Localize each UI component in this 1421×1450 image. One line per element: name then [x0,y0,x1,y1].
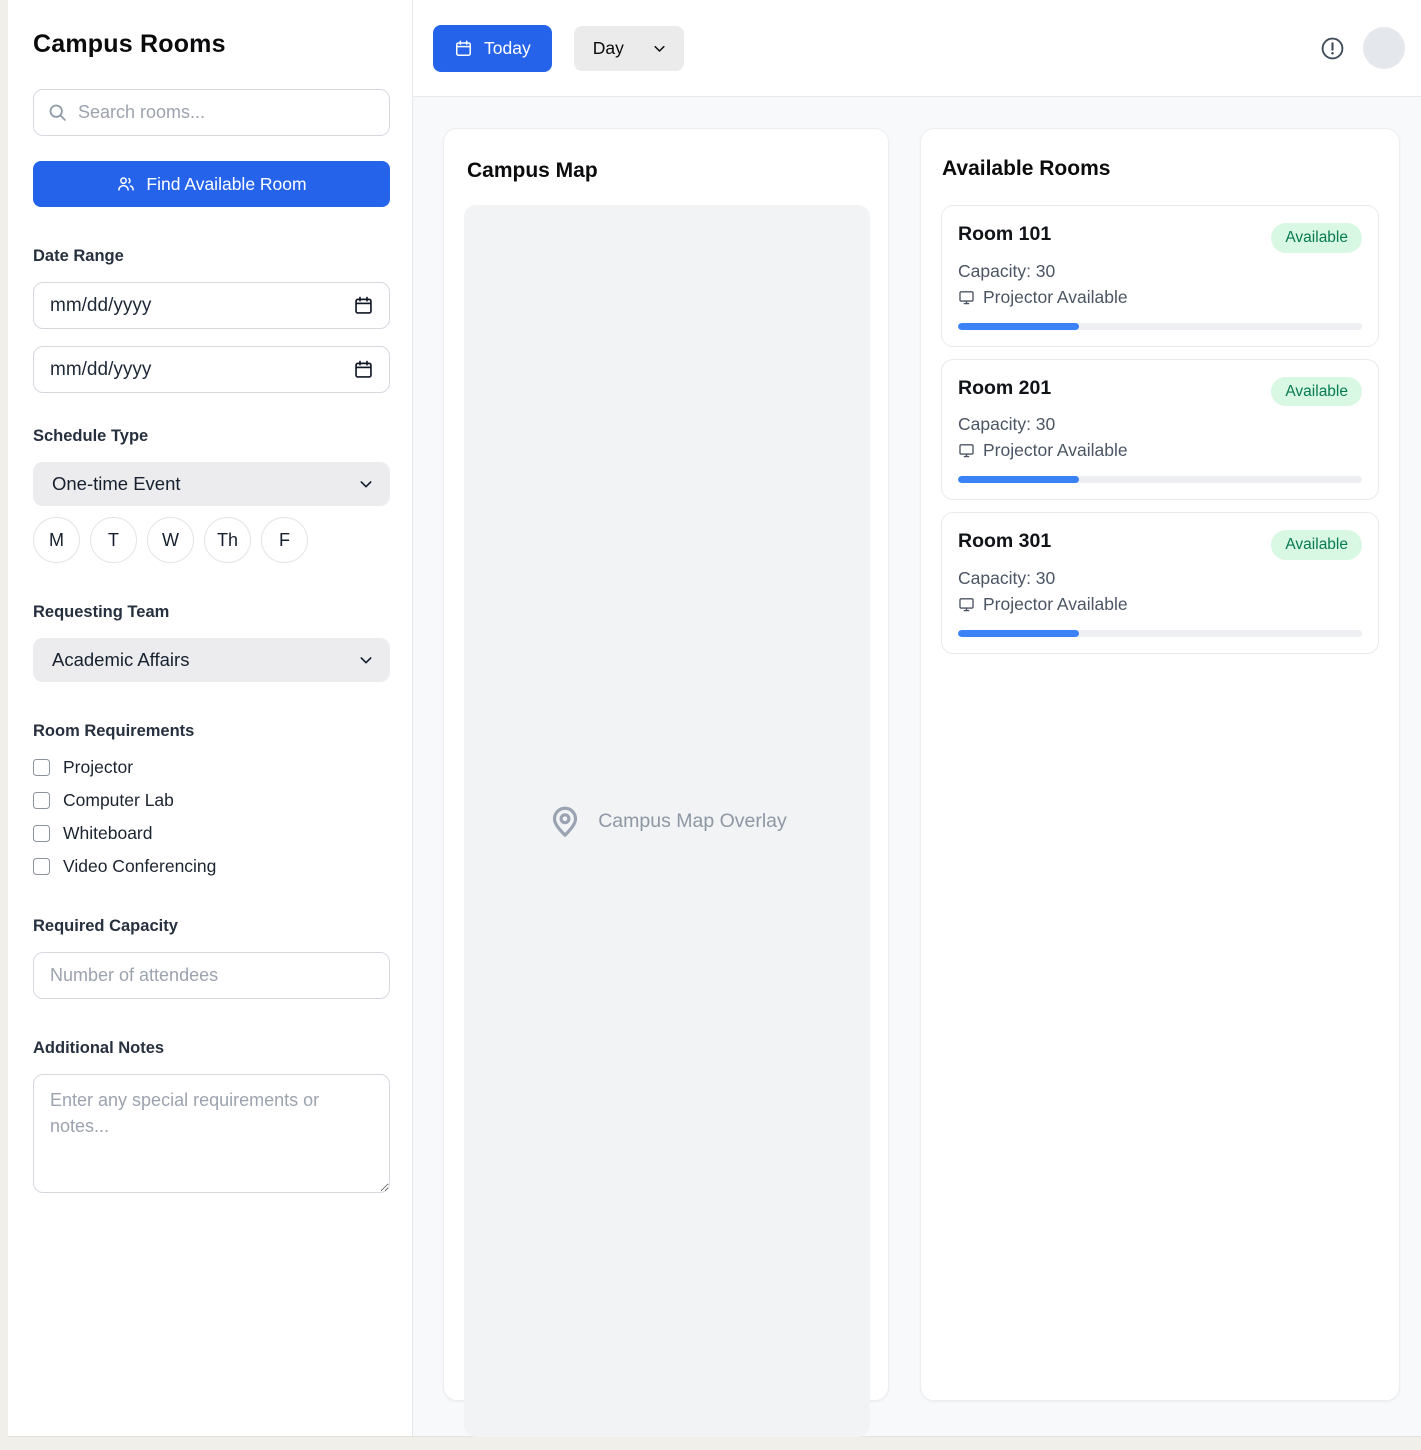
topbar: Today Day [413,0,1421,97]
monitor-icon [958,596,975,613]
content-area: Campus Map Campus Map Overlay Available … [413,97,1421,1436]
start-date-value: mm/dd/yyyy [50,295,151,317]
start-date-input[interactable]: mm/dd/yyyy [33,282,390,329]
occupancy-progress-fill [958,323,1079,330]
available-rooms-panel: Available Rooms Room 101 Available Capac… [920,128,1400,1401]
requirement-option-label: Computer Lab [63,790,174,811]
additional-notes-label: Additional Notes [33,1039,390,1058]
room-card-header: Room 101 Available [958,223,1362,253]
chevron-down-icon [358,652,374,668]
available-rooms-title: Available Rooms [942,157,1379,181]
room-requirements-list: Projector Computer Lab Whiteboard Video … [33,757,390,877]
today-button[interactable]: Today [433,25,552,72]
app-window: Campus Rooms Find Available Room Date Ra… [8,0,1421,1437]
weekday-toggle[interactable]: T [90,517,137,563]
room-feature: Projector Available [958,287,1362,308]
campus-map-title: Campus Map [467,159,868,183]
room-card-header: Room 201 Available [958,377,1362,407]
view-mode-select[interactable]: Day [574,26,684,71]
view-mode-value: Day [593,38,624,59]
chevron-down-icon [358,476,374,492]
search-input[interactable] [33,89,390,136]
find-available-room-label: Find Available Room [146,174,306,195]
occupancy-progress-bar [958,476,1362,483]
additional-notes-textarea[interactable] [33,1074,390,1193]
weekday-toggle[interactable]: W [147,517,194,563]
room-name: Room 201 [958,377,1051,400]
room-feature-label: Projector Available [983,440,1128,461]
end-date-value: mm/dd/yyyy [50,359,151,381]
checkbox[interactable] [33,792,50,809]
required-capacity-label: Required Capacity [33,917,390,936]
campus-map-overlay: Campus Map Overlay [464,205,870,1437]
checkbox[interactable] [33,858,50,875]
weekday-toggle-group: M T W Th F [33,517,390,563]
requesting-team-select[interactable]: Academic Affairs [33,638,390,682]
status-badge: Available [1271,530,1362,560]
occupancy-progress-bar [958,323,1362,330]
today-button-label: Today [484,38,531,59]
schedule-type-label: Schedule Type [33,427,390,446]
weekday-toggle[interactable]: Th [204,517,251,563]
room-capacity: Capacity: 30 [958,261,1362,282]
calendar-icon[interactable] [353,295,374,316]
map-pin-icon [547,803,583,839]
topbar-right [1320,27,1405,69]
room-name: Room 301 [958,530,1051,553]
calendar-icon[interactable] [353,359,374,380]
monitor-icon [958,289,975,306]
requirement-option[interactable]: Projector [33,757,390,778]
main-area: Today Day Campus Map Campus Map Overlay … [413,0,1421,1436]
status-badge: Available [1271,377,1362,407]
room-card[interactable]: Room 201 Available Capacity: 30 Projecto… [941,359,1379,501]
requirement-option[interactable]: Whiteboard [33,823,390,844]
room-capacity: Capacity: 30 [958,568,1362,589]
alert-circle-icon[interactable] [1320,36,1345,61]
requesting-team-value: Academic Affairs [52,649,189,671]
weekday-toggle[interactable]: M [33,517,80,563]
requirement-option[interactable]: Video Conferencing [33,856,390,877]
requesting-team-label: Requesting Team [33,603,390,622]
search-container [33,89,390,136]
date-range-label: Date Range [33,247,390,266]
room-list: Room 101 Available Capacity: 30 Projecto… [941,205,1379,654]
app-title: Campus Rooms [33,30,390,59]
room-card[interactable]: Room 301 Available Capacity: 30 Projecto… [941,512,1379,654]
room-capacity: Capacity: 30 [958,414,1362,435]
monitor-icon [958,442,975,459]
room-feature: Projector Available [958,440,1362,461]
room-name: Room 101 [958,223,1051,246]
avatar[interactable] [1363,27,1405,69]
campus-map-panel: Campus Map Campus Map Overlay [443,128,889,1401]
end-date-input[interactable]: mm/dd/yyyy [33,346,390,393]
calendar-icon [454,39,473,58]
room-feature-label: Projector Available [983,594,1128,615]
schedule-type-value: One-time Event [52,473,181,495]
room-requirements-label: Room Requirements [33,722,390,741]
occupancy-progress-fill [958,476,1079,483]
requirement-option[interactable]: Computer Lab [33,790,390,811]
checkbox[interactable] [33,759,50,776]
campus-map-overlay-label: Campus Map Overlay [598,810,787,833]
chevron-down-icon [652,41,667,56]
required-capacity-input[interactable] [33,952,390,999]
checkbox[interactable] [33,825,50,842]
search-icon [47,102,68,123]
users-icon [116,174,136,194]
weekday-toggle[interactable]: F [261,517,308,563]
schedule-type-select[interactable]: One-time Event [33,462,390,506]
occupancy-progress-bar [958,630,1362,637]
room-feature-label: Projector Available [983,287,1128,308]
find-available-room-button[interactable]: Find Available Room [33,161,390,207]
sidebar: Campus Rooms Find Available Room Date Ra… [8,0,413,1436]
requirement-option-label: Projector [63,757,133,778]
room-feature: Projector Available [958,594,1362,615]
room-card[interactable]: Room 101 Available Capacity: 30 Projecto… [941,205,1379,347]
room-card-header: Room 301 Available [958,530,1362,560]
occupancy-progress-fill [958,630,1079,637]
requirement-option-label: Whiteboard [63,823,153,844]
requirement-option-label: Video Conferencing [63,856,216,877]
status-badge: Available [1271,223,1362,253]
